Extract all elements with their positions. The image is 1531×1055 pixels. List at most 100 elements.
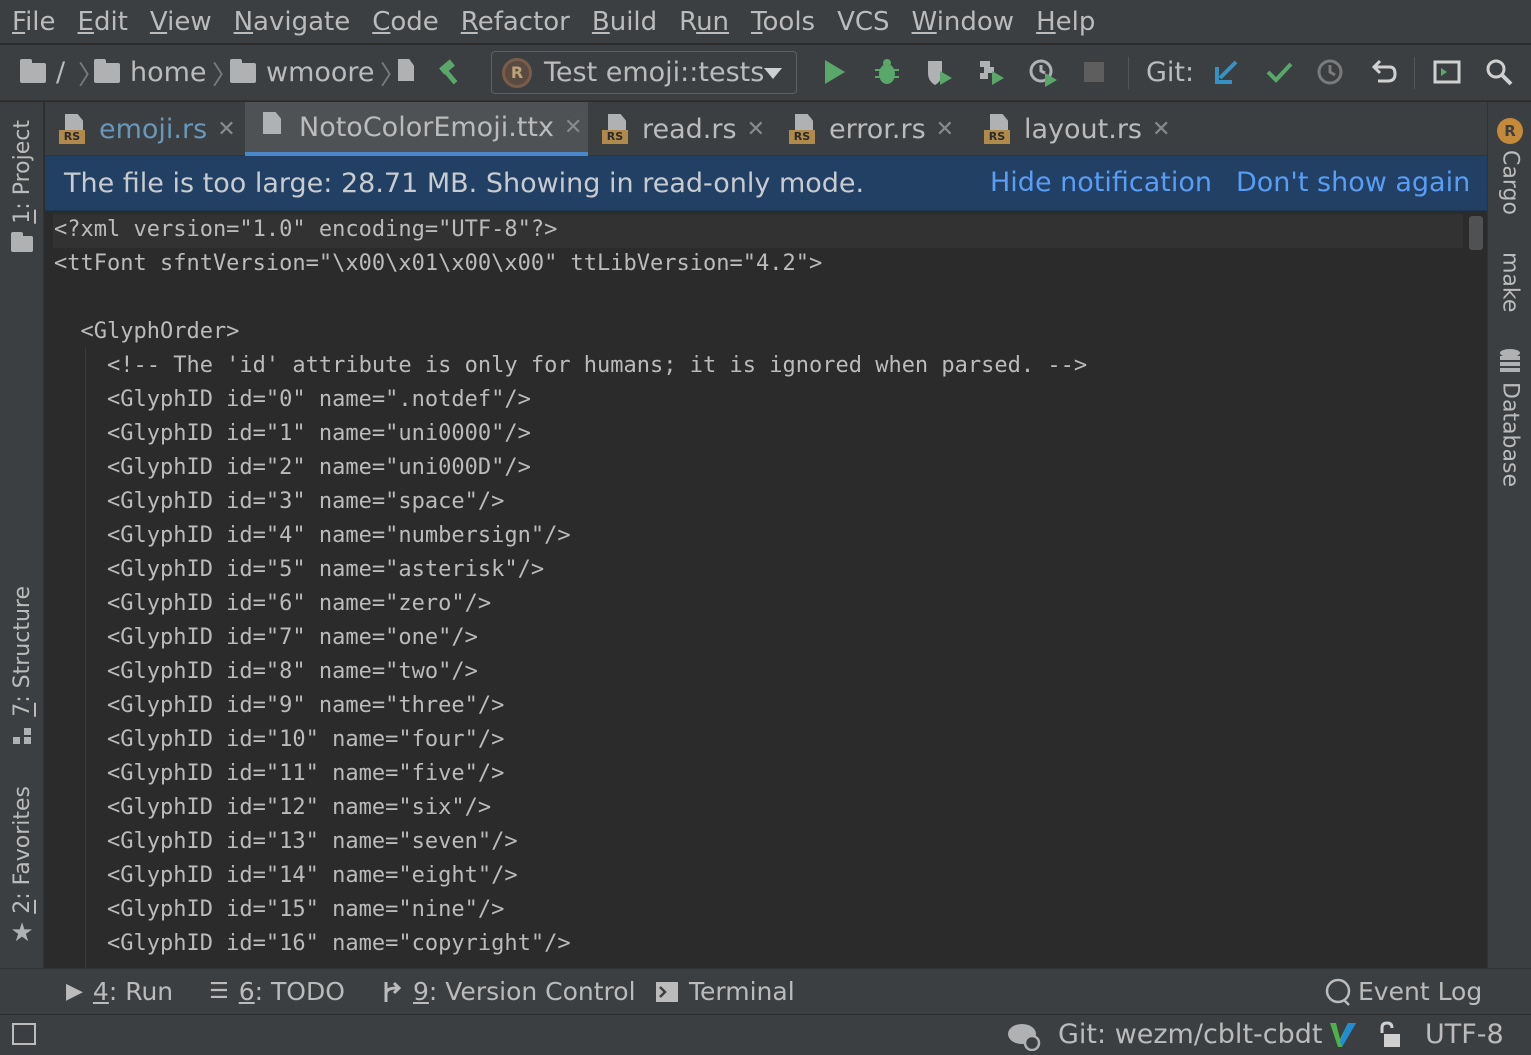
menu-build-label: uild [609, 6, 658, 37]
rust-file-icon: RS [789, 114, 819, 144]
breadcrumb-user[interactable]: wmoore [230, 57, 375, 88]
run-history-button[interactable] [1026, 55, 1060, 89]
tab-emoji-rs[interactable]: RS emoji.rs ✕ [45, 102, 245, 156]
tool-tab-event-log[interactable]: Event Log [1324, 977, 1482, 1006]
run-with-coverage-button[interactable] [922, 55, 956, 89]
close-icon[interactable]: ✕ [564, 115, 582, 140]
build-hammer-icon[interactable] [434, 55, 468, 89]
code-line[interactable]: <!-- The 'id' attribute is only for huma… [54, 349, 1087, 383]
tool-tab-project[interactable]: 1: Project [0, 120, 44, 252]
tool-tab-terminal[interactable]: Terminal [655, 977, 795, 1006]
code-line[interactable]: <GlyphID id="2" name="uni000D"/> [54, 451, 531, 485]
code-line[interactable]: <GlyphID id="6" name="zero"/> [54, 587, 491, 621]
cargo-icon: R [1497, 118, 1523, 144]
tool-tab-version-control[interactable]: 9: Version Control [381, 977, 636, 1006]
file-encoding-status[interactable]: UTF-8 [1425, 1019, 1504, 1050]
menu-build[interactable]: Build [592, 0, 657, 44]
git-update-button[interactable] [1210, 55, 1244, 89]
tool-tab-favorites[interactable]: 2: Favorites ★ [0, 786, 44, 948]
checkmark-icon [1266, 62, 1293, 83]
git-rollback-button[interactable] [1366, 55, 1400, 89]
cloud-sync-icon[interactable] [1004, 1019, 1042, 1051]
code-line[interactable]: <GlyphID id="4" name="numbersign"/> [54, 519, 571, 553]
unlock-icon[interactable] [1376, 1021, 1402, 1049]
tool-tab-database[interactable]: Database [1488, 348, 1531, 487]
menu-view[interactable]: View [150, 0, 212, 44]
clock-run-icon [1029, 59, 1057, 87]
close-icon[interactable]: ✕ [936, 117, 954, 142]
code-line[interactable]: <?xml version="1.0" encoding="UTF-8"?> [54, 213, 557, 247]
close-icon[interactable]: ✕ [747, 117, 765, 142]
code-line[interactable]: <GlyphID id="0" name=".notdef"/> [54, 383, 531, 417]
run-button[interactable] [818, 55, 852, 89]
close-icon[interactable]: ✕ [1152, 117, 1170, 142]
dont-show-again-link[interactable]: Don't show again [1236, 167, 1470, 198]
code-editor[interactable]: <?xml version="1.0" encoding="UTF-8"?> <t… [45, 212, 1487, 968]
git-commit-button[interactable] [1262, 55, 1296, 89]
menu-code[interactable]: Code [372, 0, 439, 44]
tab-notocoloremoji-ttx[interactable]: NotoColorEmoji.ttx ✕ [245, 102, 588, 156]
tool-tab-favorites-text: : Favorites [9, 786, 35, 900]
play-icon [825, 60, 845, 84]
debug-button[interactable] [870, 55, 904, 89]
git-label: Git: [1146, 57, 1195, 88]
git-branch-status[interactable]: Git: wezm/cblt-cbdt [1058, 1019, 1322, 1050]
code-line[interactable]: <ttFont sfntVersion="\x00\x01\x00\x00" t… [54, 247, 822, 281]
code-line[interactable]: <GlyphOrder> [54, 315, 239, 349]
tool-tab-run[interactable]: ▶ 4: Run [66, 977, 173, 1006]
file-icon[interactable] [398, 59, 414, 81]
menu-edit[interactable]: Edit [78, 0, 128, 44]
code-line[interactable]: <GlyphID id="11" name="five"/> [54, 757, 504, 791]
terminal-toolbar-button[interactable] [1430, 55, 1464, 89]
menu-file[interactable]: File [12, 0, 56, 44]
tab-error-rs[interactable]: RS error.rs ✕ [775, 102, 970, 156]
menu-refactor[interactable]: Refactor [461, 0, 570, 44]
tool-tab-todo[interactable]: ☰ 6: TODO [209, 977, 345, 1006]
clock-icon [1317, 59, 1343, 85]
code-line[interactable]: <GlyphID id="14" name="eight"/> [54, 859, 518, 893]
scrollbar-thumb[interactable] [1469, 216, 1483, 250]
profile-button[interactable] [974, 55, 1008, 89]
menu-tools[interactable]: Tools [751, 0, 815, 44]
menu-run[interactable]: Run [679, 0, 729, 44]
menu-window[interactable]: Window [912, 0, 1015, 44]
folder-icon [230, 58, 256, 83]
tool-tab-structure-num: 7 [9, 702, 35, 717]
code-line[interactable]: <GlyphID id="15" name="nine"/> [54, 893, 504, 927]
code-line[interactable]: <GlyphID id="12" name="six"/> [54, 791, 491, 825]
breadcrumb-home[interactable]: home [94, 57, 207, 88]
vertical-scrollbar[interactable] [1467, 212, 1487, 968]
code-line[interactable]: <GlyphID id="1" name="uni0000"/> [54, 417, 531, 451]
tab-read-rs[interactable]: RS read.rs ✕ [588, 102, 773, 156]
tool-tab-structure[interactable]: 7: Structure [0, 586, 44, 745]
toolbar-separator [1414, 57, 1415, 89]
code-line[interactable]: <GlyphID id="13" name="seven"/> [54, 825, 518, 859]
menu-view-label: iew [167, 6, 212, 37]
hide-notification-link[interactable]: Hide notification [990, 167, 1212, 198]
tab-layout-rs[interactable]: RS layout.rs ✕ [970, 102, 1185, 156]
run-configuration-select[interactable]: R Test emoji::tests [491, 51, 797, 94]
tab-emoji-rs-label: emoji.rs [99, 113, 208, 145]
code-line[interactable]: <GlyphID id="7" name="one"/> [54, 621, 478, 655]
code-line[interactable]: <GlyphID id="9" name="three"/> [54, 689, 504, 723]
stop-button[interactable] [1077, 55, 1111, 89]
tool-tab-project-num: 1 [9, 209, 35, 224]
code-line[interactable]: <GlyphID id="8" name="two"/> [54, 655, 478, 689]
git-history-button[interactable] [1313, 55, 1347, 89]
breadcrumb-root[interactable]: / [20, 57, 65, 88]
tool-tab-cargo[interactable]: R Cargo [1488, 118, 1531, 215]
menu-help[interactable]: Help [1036, 0, 1095, 44]
code-line[interactable]: <GlyphID id="5" name="asterisk"/> [54, 553, 544, 587]
toggle-tool-windows-icon[interactable] [12, 1023, 36, 1045]
tool-tab-make[interactable]: make [1488, 252, 1531, 312]
close-icon[interactable]: ✕ [217, 117, 235, 142]
search-everywhere-button[interactable] [1482, 55, 1516, 89]
menu-navigate[interactable]: Navigate [234, 0, 351, 44]
vim-icon[interactable] [1328, 1021, 1358, 1049]
code-line[interactable]: <GlyphID id="16" name="copyright"/> [54, 927, 571, 961]
menu-help-mnemonic: H [1036, 6, 1056, 37]
code-line[interactable]: <GlyphID id="3" name="space"/> [54, 485, 504, 519]
code-line[interactable]: <GlyphID id="10" name="four"/> [54, 723, 504, 757]
menu-file-mnemonic: F [12, 6, 26, 37]
menu-vcs[interactable]: VCS [837, 0, 889, 44]
